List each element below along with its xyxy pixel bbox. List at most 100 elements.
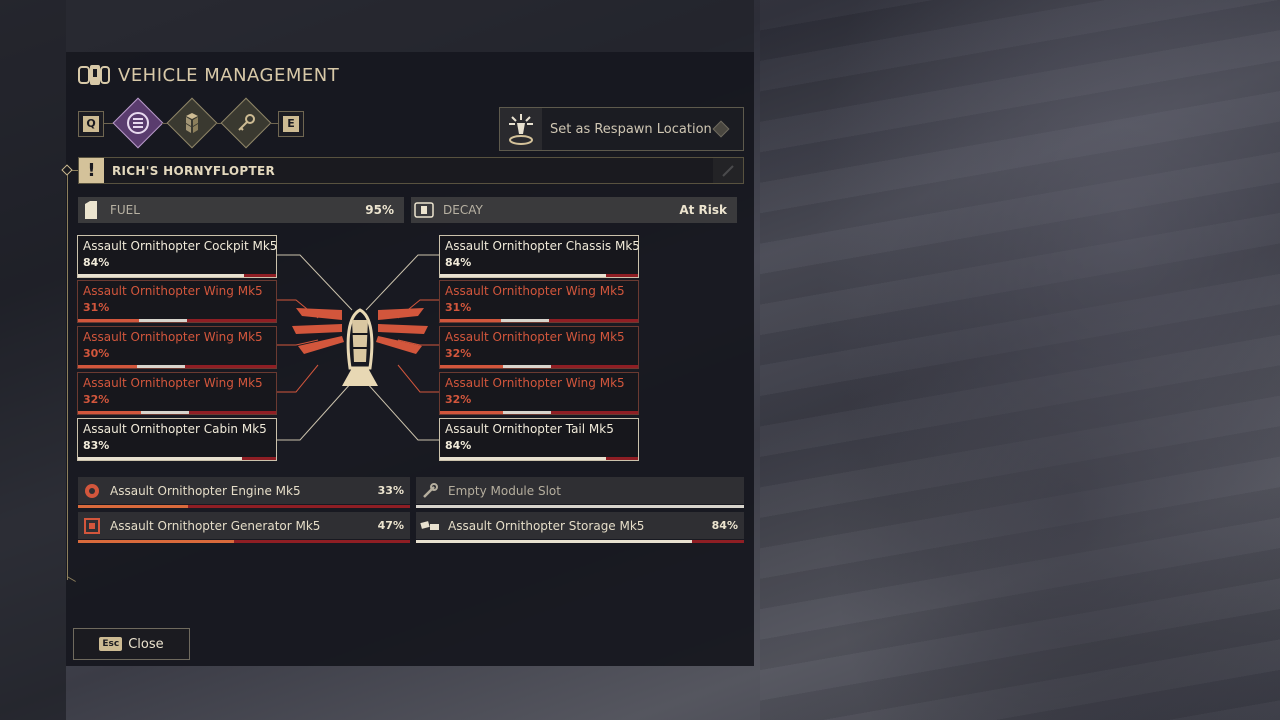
part-slot-right-4[interactable]: Assault Ornithopter Wing Mk5 32% [439, 372, 639, 415]
header: VEHICLE MANAGEMENT [78, 62, 339, 88]
part-health-pct: 84% [445, 256, 472, 269]
module-health-bar [416, 540, 744, 543]
module-name: Empty Module Slot [448, 483, 561, 498]
part-name: Assault Ornithopter Cabin Mk5 [83, 422, 267, 436]
module-generator[interactable]: Assault Ornithopter Generator Mk5 47% [78, 512, 410, 543]
close-label: Close [128, 636, 164, 652]
close-button[interactable]: Esc Close [73, 628, 190, 660]
respawn-indicator-icon [712, 120, 730, 138]
vehicle-key-icon [78, 65, 110, 85]
part-health-bar [440, 365, 638, 368]
part-health-fill [78, 457, 242, 460]
part-health-fill [440, 319, 501, 322]
module-engine[interactable]: Assault Ornithopter Engine Mk5 33% [78, 477, 410, 508]
part-health-fill [440, 274, 606, 277]
decay-label: DECAY [443, 203, 483, 217]
next-tab-key-label: E [283, 116, 299, 132]
part-name: Assault Ornithopter Chassis Mk5 [445, 239, 640, 253]
vehicle-name: RICH'S HORNYFLOPTER [112, 163, 276, 178]
module-storage[interactable]: Assault Ornithopter Storage Mk5 84% [416, 512, 744, 543]
part-health-fill [78, 365, 137, 368]
part-name: Assault Ornithopter Wing Mk5 [445, 376, 625, 390]
part-repairable-segment [141, 411, 189, 414]
part-repairable-segment [503, 365, 551, 368]
part-health-bar [440, 411, 638, 414]
storage-icon [416, 512, 444, 539]
vehicle-name-bar: ! RICH'S HORNYFLOPTER [78, 157, 744, 184]
prev-tab-key-label: Q [83, 116, 99, 132]
part-slot-left-4[interactable]: Assault Ornithopter Wing Mk5 32% [77, 372, 277, 415]
next-tab-key[interactable]: E [278, 111, 304, 137]
part-name: Assault Ornithopter Wing Mk5 [445, 330, 625, 344]
module-pct: 33% [377, 484, 404, 497]
part-health-bar [440, 319, 638, 322]
module-health-bar [78, 505, 410, 508]
engine-icon [78, 477, 106, 504]
module-health-fill [78, 505, 188, 508]
part-health-pct: 32% [445, 393, 472, 406]
part-slot-right-1[interactable]: Assault Ornithopter Chassis Mk5 84% [439, 235, 640, 278]
fuel-canister-icon [78, 197, 104, 223]
left-shade [0, 0, 66, 720]
fuel-value: 95% [365, 203, 394, 217]
module-empty-bar [416, 505, 744, 508]
fuel-label: FUEL [110, 203, 140, 217]
module-health-fill [78, 540, 234, 543]
set-respawn-button[interactable]: Set as Respawn Location [499, 107, 744, 151]
part-health-bar [78, 457, 276, 460]
part-health-pct: 83% [83, 439, 110, 452]
part-health-fill [440, 411, 503, 414]
inventory-list-icon [127, 112, 149, 134]
part-name: Assault Ornithopter Wing Mk5 [83, 376, 263, 390]
part-health-bar [78, 411, 276, 414]
part-health-bar [440, 274, 638, 277]
module-health-fill [416, 540, 692, 543]
part-health-bar [78, 319, 276, 322]
generator-icon [78, 512, 106, 539]
part-slot-right-3[interactable]: Assault Ornithopter Wing Mk5 32% [439, 326, 639, 369]
decay-icon [411, 197, 437, 223]
part-name: Assault Ornithopter Wing Mk5 [83, 284, 263, 298]
module-pct: 84% [711, 519, 738, 532]
module-empty-slot[interactable]: Empty Module Slot [416, 477, 744, 508]
rename-button[interactable] [713, 158, 743, 183]
part-repairable-segment [501, 319, 549, 322]
part-health-fill [440, 457, 606, 460]
part-repairable-segment [139, 319, 187, 322]
part-slot-left-3[interactable]: Assault Ornithopter Wing Mk5 30% [77, 326, 277, 369]
prev-tab-key[interactable]: Q [78, 111, 104, 137]
access-key-icon [238, 114, 255, 131]
respawn-icon-box [500, 108, 542, 150]
fuel-stat: FUEL 95% [78, 197, 404, 223]
part-health-pct: 31% [83, 301, 110, 314]
part-slot-left-5[interactable]: Assault Ornithopter Cabin Mk5 83% [77, 418, 277, 461]
part-name: Assault Ornithopter Cockpit Mk5 [83, 239, 278, 253]
part-slot-right-5[interactable]: Assault Ornithopter Tail Mk5 84% [439, 418, 639, 461]
ornithopter-diagram [292, 308, 428, 386]
part-health-bar [78, 365, 276, 368]
module-name: Assault Ornithopter Engine Mk5 [110, 483, 301, 498]
part-slot-left-1[interactable]: Assault Ornithopter Cockpit Mk5 84% [77, 235, 277, 278]
part-health-bar [440, 457, 638, 460]
background-scenery [760, 0, 1280, 720]
module-name: Assault Ornithopter Generator Mk5 [110, 518, 321, 533]
part-slot-right-2[interactable]: Assault Ornithopter Wing Mk5 31% [439, 280, 639, 323]
module-pct: 47% [377, 519, 404, 532]
part-health-pct: 31% [445, 301, 472, 314]
module-health-bar [78, 540, 410, 543]
part-health-fill [78, 274, 244, 277]
part-health-fill [440, 365, 503, 368]
part-health-pct: 84% [83, 256, 110, 269]
module-name: Assault Ornithopter Storage Mk5 [448, 518, 645, 533]
tab-bar: Q E [78, 97, 308, 149]
pencil-icon [722, 164, 734, 177]
modules-cubes-icon [186, 113, 198, 133]
part-name: Assault Ornithopter Wing Mk5 [445, 284, 625, 298]
part-repairable-segment [503, 411, 551, 414]
part-name: Assault Ornithopter Wing Mk5 [83, 330, 263, 344]
panel-top-shade [66, 0, 754, 52]
respawn-beacon-icon [509, 114, 533, 145]
part-health-bar [78, 274, 276, 277]
part-health-pct: 30% [83, 347, 110, 360]
part-slot-left-2[interactable]: Assault Ornithopter Wing Mk5 31% [77, 280, 277, 323]
